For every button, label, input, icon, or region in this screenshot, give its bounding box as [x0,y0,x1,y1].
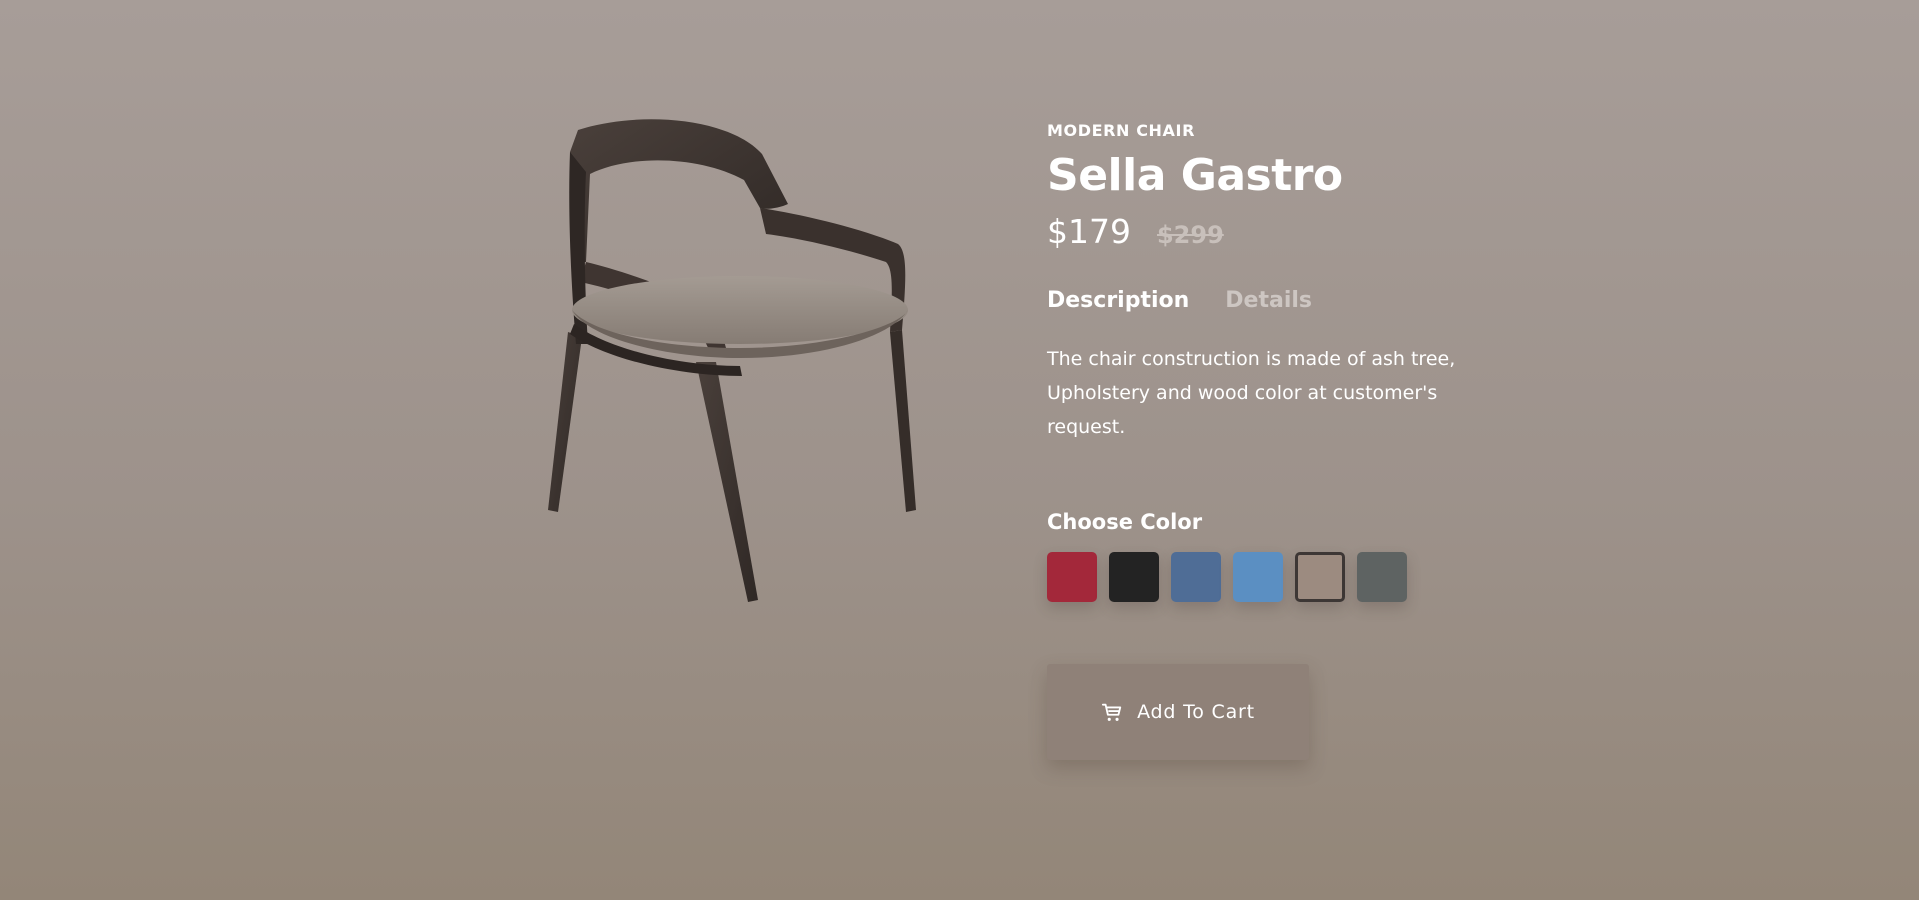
swatch-light-blue[interactable] [1233,552,1283,602]
product-page: MODERN CHAIR Sella Gastro $179 $299 Desc… [0,0,1919,900]
swatch-black[interactable] [1109,552,1159,602]
current-price: $179 [1047,212,1131,251]
swatch-denim-blue[interactable] [1171,552,1221,602]
product-tabs: Description Details [1047,286,1487,316]
color-swatches [1047,552,1487,602]
product-info: MODERN CHAIR Sella Gastro $179 $299 Desc… [1047,120,1487,760]
product-title: Sella Gastro [1047,150,1343,201]
swatch-grey[interactable] [1357,552,1407,602]
swatch-taupe[interactable] [1295,552,1345,602]
add-to-cart-button[interactable]: Add To Cart [1047,664,1309,760]
swatch-red[interactable] [1047,552,1097,602]
product-image [530,112,960,612]
tab-description[interactable]: Description [1047,286,1189,316]
add-to-cart-label: Add To Cart [1137,701,1255,723]
product-description: The chair construction is made of ash tr… [1047,348,1456,438]
tab-details[interactable]: Details [1225,286,1312,316]
price-row: $179 $299 [1047,212,1487,252]
old-price: $299 [1156,221,1224,249]
product-category: MODERN CHAIR [1047,121,1196,140]
chair-image [548,119,916,602]
cart-icon [1101,703,1122,721]
choose-color-label: Choose Color [1047,510,1203,534]
